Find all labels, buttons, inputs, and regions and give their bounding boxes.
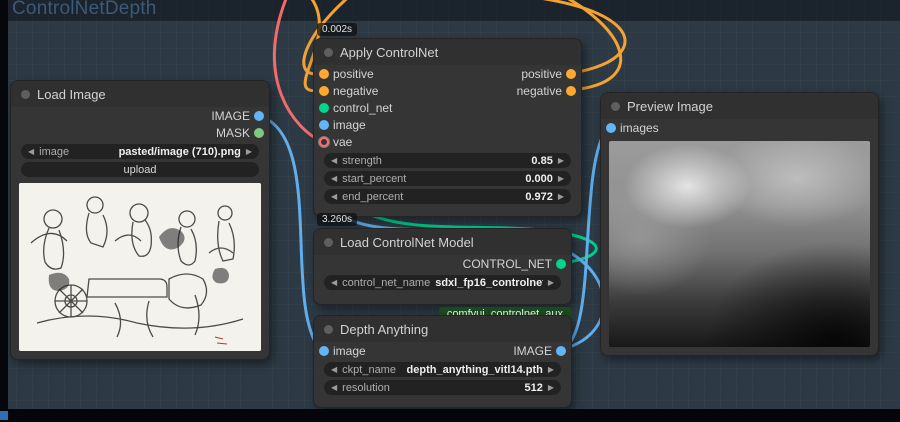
collapse-dot[interactable] xyxy=(324,324,333,334)
decrement-arrow-icon[interactable]: ◀ xyxy=(331,383,337,392)
canvas-top-strip: ControlNetDepth xyxy=(0,0,900,22)
node-title: Apply ControlNet xyxy=(340,44,439,60)
widget-label: start_percent xyxy=(342,172,407,185)
node-preview-image[interactable]: Preview Image images xyxy=(600,92,879,356)
decrement-arrow-icon[interactable]: ◀ xyxy=(28,147,34,156)
increment-arrow-icon[interactable]: ▶ xyxy=(548,383,554,392)
increment-arrow-icon[interactable]: ▶ xyxy=(558,156,564,165)
execution-timer: 0.002s xyxy=(317,23,358,36)
increment-arrow-icon[interactable]: ▶ xyxy=(548,365,554,374)
widget-value: depth_anything_vitl14.pth xyxy=(406,363,543,376)
output-label-mask: MASK xyxy=(215,125,250,140)
widget-strength[interactable]: ◀ strength 0.85 ▶ xyxy=(324,153,571,168)
decrement-arrow-icon[interactable]: ◀ xyxy=(331,365,337,374)
widget-resolution[interactable]: ◀ resolution 512 ▶ xyxy=(324,380,561,395)
node-title: Depth Anything xyxy=(340,321,429,337)
node-load-controlnet-model[interactable]: 3.260s Load ControlNet Model CONTROL_NET… xyxy=(313,213,572,321)
widget-label: control_net_name xyxy=(342,276,431,289)
node-title: Load Image xyxy=(37,86,106,102)
input-label-image: image xyxy=(333,117,366,132)
input-label-control-net: control_net xyxy=(333,100,393,115)
node-depth-anything-header[interactable]: Depth Anything xyxy=(314,316,571,342)
output-port-negative[interactable] xyxy=(566,85,576,96)
collapse-dot[interactable] xyxy=(21,89,30,99)
collapse-dot[interactable] xyxy=(611,101,620,111)
decrement-arrow-icon[interactable]: ◀ xyxy=(331,156,337,165)
node-title: Load ControlNet Model xyxy=(340,234,474,250)
widget-label: resolution xyxy=(342,381,390,394)
input-label-negative: negative xyxy=(333,83,379,98)
input-label-vae: vae xyxy=(333,134,353,149)
decrement-arrow-icon[interactable]: ◀ xyxy=(331,278,337,287)
output-label-negative: negative xyxy=(516,83,562,98)
output-port-positive[interactable] xyxy=(566,68,576,79)
widget-label: end_percent xyxy=(342,190,404,203)
node-preview-image-header[interactable]: Preview Image xyxy=(601,93,878,119)
widget-value: pasted/image (710).png xyxy=(118,145,241,158)
left-edge-strip xyxy=(0,0,8,422)
input-port-image[interactable] xyxy=(319,119,329,130)
output-port-image[interactable] xyxy=(254,110,264,121)
input-port-negative[interactable] xyxy=(319,85,329,96)
output-label-control-net: CONTROL_NET xyxy=(462,256,552,271)
node-load-controlnet-model-header[interactable]: Load ControlNet Model xyxy=(314,229,571,255)
widget-label: image xyxy=(39,145,70,158)
bottom-left-indicator xyxy=(0,411,8,420)
upload-button[interactable]: upload xyxy=(21,162,259,177)
widget-value: 0.85 xyxy=(531,154,553,167)
node-apply-controlnet-header[interactable]: Apply ControlNet xyxy=(314,39,581,65)
upload-button-label: upload xyxy=(123,163,157,176)
input-label-images: images xyxy=(620,120,659,135)
widget-end-percent[interactable]: ◀ end_percent 0.972 ▶ xyxy=(324,189,571,204)
widget-value: 512 xyxy=(524,381,543,394)
widget-value: 0.972 xyxy=(525,190,553,203)
increment-arrow-icon[interactable]: ▶ xyxy=(558,192,564,201)
execution-timer: 3.260s xyxy=(317,213,358,226)
node-apply-controlnet[interactable]: 0.002s Apply ControlNet positive positiv… xyxy=(313,23,582,217)
widget-start-percent[interactable]: ◀ start_percent 0.000 ▶ xyxy=(324,171,571,186)
increment-arrow-icon[interactable]: ▶ xyxy=(246,147,252,156)
input-port-image[interactable] xyxy=(319,345,329,356)
bottom-edge-strip xyxy=(0,409,900,422)
output-label-positive: positive xyxy=(521,66,562,81)
increment-arrow-icon[interactable]: ▶ xyxy=(558,174,564,183)
workflow-title: ControlNetDepth xyxy=(12,0,157,19)
node-graph-canvas[interactable]: ControlNetDepth Load Image IMAGE MASK ◀ … xyxy=(0,0,900,422)
output-label-image: IMAGE xyxy=(513,343,552,358)
node-load-image-header[interactable]: Load Image xyxy=(11,81,269,107)
sketch-image-preview xyxy=(19,183,261,351)
node-load-image[interactable]: Load Image IMAGE MASK ◀ image pasted/ima… xyxy=(10,80,270,360)
input-label-positive: positive xyxy=(333,66,374,81)
node-title: Preview Image xyxy=(627,98,713,114)
output-port-control-net[interactable] xyxy=(556,258,566,269)
input-port-images[interactable] xyxy=(606,122,616,133)
input-label-image: image xyxy=(333,343,366,358)
decrement-arrow-icon[interactable]: ◀ xyxy=(331,174,337,183)
widget-control-net-name[interactable]: ◀ control_net_name sdxl_fp16_controlnet.… xyxy=(324,275,561,290)
widget-label: ckpt_name xyxy=(342,363,396,376)
output-port-mask[interactable] xyxy=(254,127,264,138)
widget-ckpt-name[interactable]: ◀ ckpt_name depth_anything_vitl14.pth ▶ xyxy=(324,362,561,377)
input-port-vae[interactable] xyxy=(319,136,329,147)
depth-map-preview xyxy=(609,141,870,347)
decrement-arrow-icon[interactable]: ◀ xyxy=(331,192,337,201)
collapse-dot[interactable] xyxy=(324,237,333,247)
widget-value: 0.000 xyxy=(525,172,553,185)
input-port-positive[interactable] xyxy=(319,68,329,79)
widget-value: sdxl_fp16_controlnet... xyxy=(435,276,543,289)
increment-arrow-icon[interactable]: ▶ xyxy=(548,278,554,287)
widget-label: strength xyxy=(342,154,382,167)
output-port-image[interactable] xyxy=(556,345,566,356)
input-port-control-net[interactable] xyxy=(319,102,329,113)
collapse-dot[interactable] xyxy=(324,47,333,57)
output-label-image: IMAGE xyxy=(211,108,250,123)
widget-image-filename[interactable]: ◀ image pasted/image (710).png ▶ xyxy=(21,144,259,159)
node-depth-anything[interactable]: Depth Anything image IMAGE ◀ ckpt_name d… xyxy=(313,315,572,408)
